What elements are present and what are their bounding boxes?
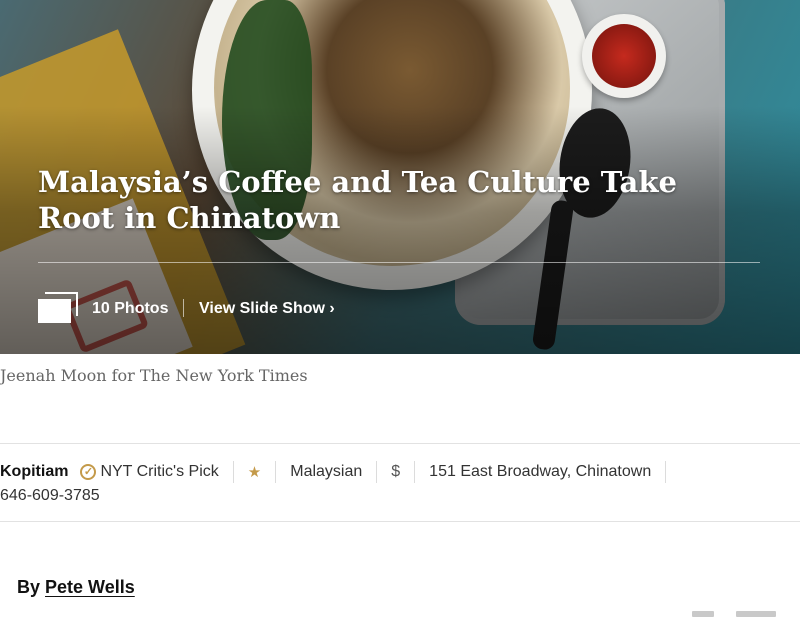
details-separator [665,461,667,483]
hero-divider [38,262,760,263]
critics-pick-check-icon: ✓ [80,464,97,480]
author-link[interactable]: Pete Wells [45,577,135,597]
share-tools-icon[interactable] [692,611,714,617]
restaurant-details: Kopitiam ✓ NYT Critic's Pick ★ Malaysian… [0,461,800,505]
save-button[interactable] [736,611,776,617]
star-rating-icon: ★ [247,464,262,481]
hero-image[interactable]: Malaysia’s Coffee and Tea Culture Take R… [0,0,800,354]
details-bottom-rule [0,521,800,522]
details-separator [275,461,277,483]
slideshow-divider [183,299,184,317]
details-separator [232,461,234,483]
critics-pick-label: NYT Critic's Pick [100,463,219,480]
slideshow-gallery-icon[interactable] [38,292,78,323]
address-label: 151 East Broadway, Chinatown [429,463,652,480]
article-headline: Malaysia’s Coffee and Tea Culture Take R… [38,165,677,235]
details-separator [414,461,416,483]
byline: By Pete Wells [17,577,135,598]
byline-prefix: By [17,577,41,597]
phone-number[interactable]: 646-609-3785 [0,487,800,505]
details-separator [376,461,378,483]
cuisine-label: Malaysian [290,463,363,480]
restaurant-name[interactable]: Kopitiam [0,463,68,481]
photo-credit: Jeenah Moon for The New York Times [0,366,308,385]
price-range: $ [391,463,401,480]
photo-count[interactable]: 10 Photos [92,300,168,318]
view-slideshow-link[interactable]: View Slide Show › [199,300,335,318]
details-top-rule [0,443,800,444]
